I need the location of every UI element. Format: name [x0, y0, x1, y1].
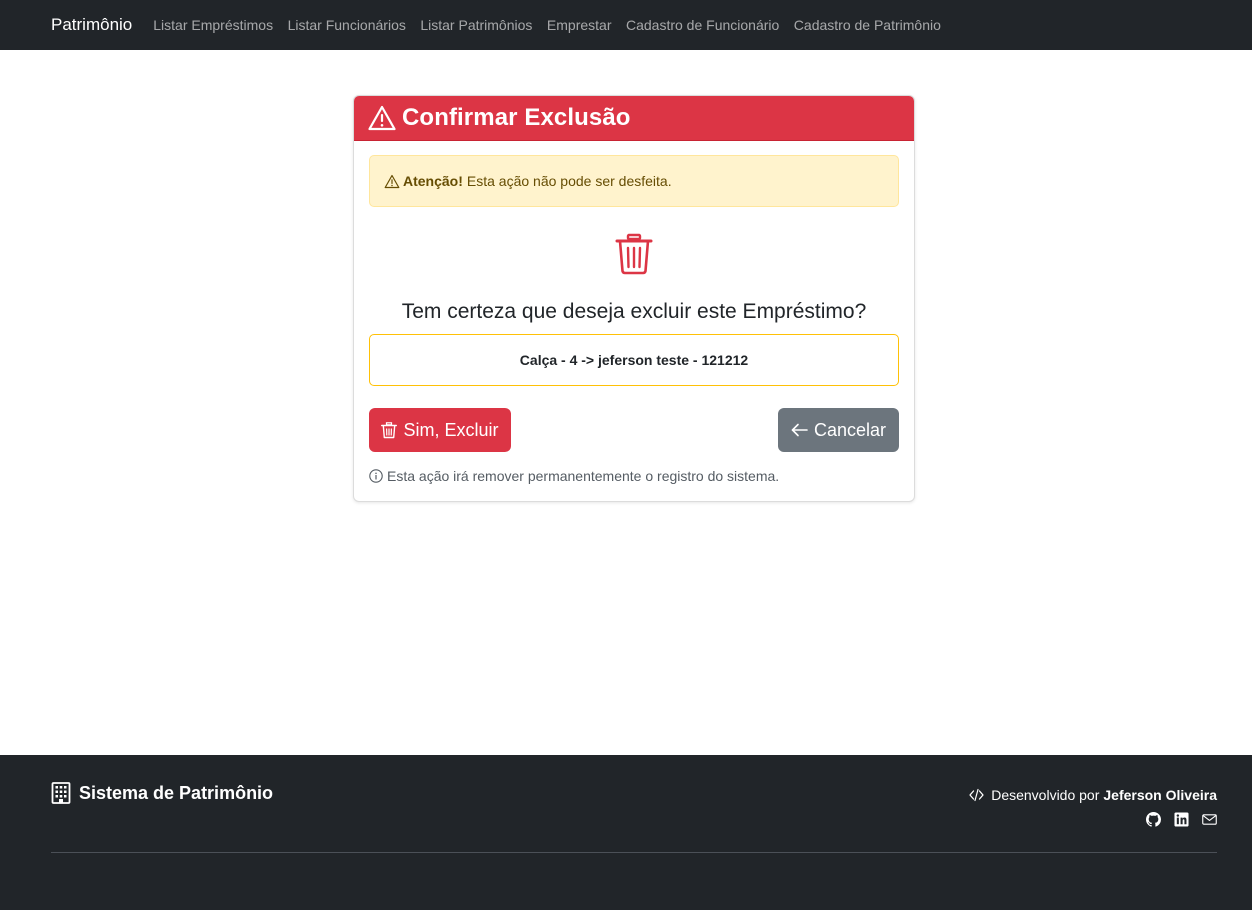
warning-triangle-icon: [384, 174, 400, 189]
card-header: Confirmar Exclusão: [354, 96, 914, 141]
developer-prefix: Desenvolvido por: [991, 787, 1100, 803]
footer-brand-text: Sistema de Patrimônio: [79, 782, 274, 803]
nav-link-emprestar[interactable]: Emprestar: [547, 17, 612, 33]
developer-credit: Desenvolvido por Jeferson Oliveira: [969, 787, 1217, 803]
social-links: [1146, 812, 1217, 827]
alert-text: Esta ação não pode ser desfeita.: [466, 173, 672, 189]
trash-icon: [381, 421, 398, 439]
delete-confirm-card: Confirmar Exclusão Atenção! Esta ação nã…: [353, 95, 915, 502]
navbar-brand[interactable]: Patrimônio: [51, 15, 132, 35]
nav-link-listar-emprestimos[interactable]: Listar Empréstimos: [153, 17, 273, 33]
trash-icon: [615, 233, 653, 275]
confirm-delete-label: Sim, Excluir: [403, 419, 499, 440]
linkedin-icon[interactable]: [1174, 812, 1189, 827]
code-icon: [969, 788, 984, 802]
footer-brand: Sistema de Patrimônio: [51, 782, 273, 804]
top-navbar: Patrimônio Listar Empréstimos Listar Fun…: [0, 0, 1252, 50]
alert-strong-label: Atenção!: [403, 173, 463, 189]
cancel-label: Cancelar: [813, 419, 887, 440]
page-footer: Sistema de Patrimônio Desenvolvido por J…: [0, 755, 1252, 910]
warning-alert: Atenção! Esta ação não pode ser desfeita…: [369, 155, 899, 207]
footer-divider: [51, 852, 1217, 853]
confirm-delete-button[interactable]: Sim, Excluir: [369, 408, 511, 452]
nav-link-listar-funcionarios[interactable]: Listar Funcionários: [288, 17, 406, 33]
developer-name: Jeferson Oliveira: [1103, 787, 1217, 803]
arrow-left-icon: [791, 423, 808, 437]
envelope-icon[interactable]: [1202, 812, 1217, 827]
nav-link-listar-patrimonios[interactable]: Listar Patrimônios: [420, 17, 532, 33]
warning-triangle-icon: [368, 105, 396, 131]
confirm-question: Tem certeza que deseja excluir este Empr…: [401, 300, 867, 323]
nav-link-cadastro-patrimonio[interactable]: Cadastro de Patrimônio: [794, 17, 941, 33]
cancel-button[interactable]: Cancelar: [778, 408, 899, 452]
record-summary: Calça - 4 -> jeferson teste - 121212: [369, 334, 899, 386]
info-note-text: Esta ação irá remover permanentemente o …: [387, 468, 780, 484]
info-circle-icon: [369, 469, 383, 483]
github-icon[interactable]: [1146, 812, 1161, 827]
nav-link-cadastro-funcionario[interactable]: Cadastro de Funcionário: [626, 17, 779, 33]
card-title: Confirmar Exclusão: [402, 104, 631, 131]
info-note: Esta ação irá remover permanentemente o …: [369, 468, 779, 484]
building-icon: [51, 782, 71, 804]
